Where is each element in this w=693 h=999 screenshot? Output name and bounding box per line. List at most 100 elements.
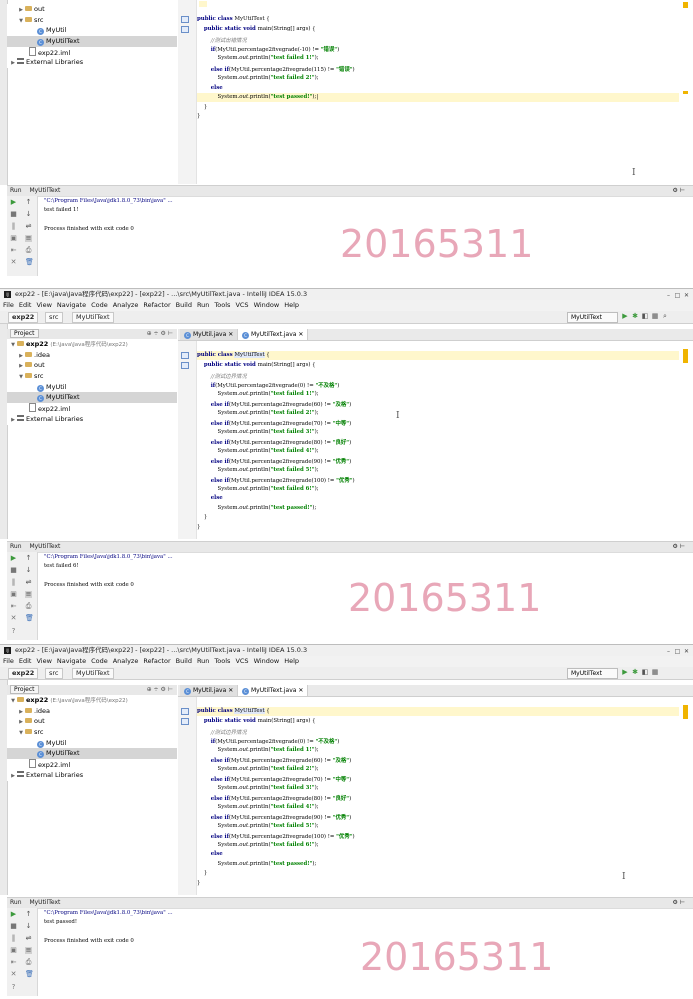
- close-icon[interactable]: ✕: [10, 259, 17, 266]
- project-view-select[interactable]: Project: [10, 685, 39, 694]
- expand-arrow-icon[interactable]: ▶: [9, 771, 17, 782]
- tree-item-myutiltext[interactable]: C MyUtilText: [7, 392, 177, 404]
- error-stripe-marker[interactable]: [683, 91, 688, 94]
- menu-vcs[interactable]: VCS: [235, 301, 248, 309]
- run-marker-icon[interactable]: [181, 352, 189, 359]
- settings-icon[interactable]: ⚙ ⊢: [672, 186, 685, 196]
- dump-icon[interactable]: ▣: [10, 591, 17, 598]
- minimize-icon[interactable]: –: [664, 291, 673, 300]
- breadcrumb-src[interactable]: src: [45, 312, 63, 323]
- tree-item-out[interactable]: ▶ out: [7, 360, 177, 371]
- wrap-icon[interactable]: ⇌: [25, 935, 32, 942]
- project-panel-tools-icon[interactable]: ⊕ ÷ ⚙ ⊢: [147, 329, 173, 339]
- dump-icon[interactable]: ▣: [10, 947, 17, 954]
- tab-myutil[interactable]: C MyUtil.java ✕: [180, 685, 239, 696]
- menu-run[interactable]: Run: [197, 301, 209, 309]
- menu-refactor[interactable]: Refactor: [143, 301, 170, 309]
- pause-icon[interactable]: ‖: [10, 223, 17, 230]
- menu-help[interactable]: Help: [284, 301, 299, 309]
- menu-run[interactable]: Run: [197, 657, 209, 665]
- run-marker-icon[interactable]: [181, 16, 189, 23]
- wrap-icon[interactable]: ⇌: [25, 223, 32, 230]
- run-marker-icon[interactable]: [181, 26, 189, 33]
- settings-icon[interactable]: ⚙ ⊢: [672, 898, 685, 908]
- tree-item-libraries[interactable]: ▶ External Libraries: [7, 770, 177, 781]
- menu-file[interactable]: File: [3, 301, 14, 309]
- menu-code[interactable]: Code: [91, 657, 108, 665]
- settings-icon[interactable]: ⚙ ⊢: [672, 542, 685, 552]
- tree-item-src[interactable]: ▼ src: [7, 15, 177, 26]
- tree-item-iml[interactable]: exp22.iml: [7, 759, 177, 770]
- error-stripe-marker[interactable]: [683, 705, 688, 719]
- pause-icon[interactable]: ‖: [10, 935, 17, 942]
- soft-wrap-icon[interactable]: ≡: [25, 947, 32, 954]
- tree-item-src[interactable]: ▼ src: [7, 727, 177, 738]
- debug-icon[interactable]: ✱: [630, 312, 640, 321]
- menu-build[interactable]: Build: [176, 657, 192, 665]
- breadcrumb-project[interactable]: exp22: [8, 312, 39, 323]
- pause-icon[interactable]: ‖: [10, 579, 17, 586]
- menu-window[interactable]: Window: [254, 657, 280, 665]
- error-stripe-marker[interactable]: [683, 2, 688, 8]
- menu-view[interactable]: View: [36, 301, 51, 309]
- trash-icon[interactable]: 🗑: [25, 259, 34, 266]
- tree-item-iml[interactable]: exp22.iml: [7, 403, 177, 414]
- run-marker-icon[interactable]: [181, 708, 189, 715]
- run-config-select[interactable]: MyUtilText: [567, 668, 618, 679]
- soft-wrap-icon[interactable]: ≡: [25, 591, 32, 598]
- menu-window[interactable]: Window: [254, 301, 280, 309]
- sdk-icon[interactable]: ▦: [650, 668, 660, 677]
- trash-icon[interactable]: 🗑: [25, 971, 34, 978]
- tree-item-idea[interactable]: ▶ .idea: [7, 706, 177, 717]
- tree-item-out[interactable]: ▶ out: [7, 4, 177, 15]
- print-icon[interactable]: ⎙: [25, 247, 32, 254]
- project-view-select[interactable]: Project: [10, 329, 39, 338]
- coverage-icon[interactable]: ◧: [640, 668, 650, 677]
- close-tab-icon[interactable]: ✕: [228, 687, 233, 694]
- code-editor[interactable]: public class MyUtilTest { public static …: [197, 0, 679, 184]
- tree-item-myutiltext[interactable]: C MyUtilText: [7, 36, 177, 47]
- exit-icon[interactable]: ⇤: [10, 603, 17, 610]
- menu-file[interactable]: File: [3, 657, 14, 665]
- menu-edit[interactable]: Edit: [19, 301, 32, 309]
- close-window-icon[interactable]: ✕: [682, 291, 691, 300]
- scroll-up-icon[interactable]: ↑: [25, 911, 32, 918]
- run-config-tab[interactable]: MyUtilText: [29, 187, 60, 194]
- menu-analyze[interactable]: Analyze: [113, 301, 139, 309]
- run-marker-icon[interactable]: [181, 362, 189, 369]
- minimize-icon[interactable]: –: [664, 647, 673, 656]
- breadcrumb-file[interactable]: MyUtilText: [72, 668, 114, 679]
- tree-item-idea[interactable]: ▶ .idea: [7, 350, 177, 361]
- menu-navigate[interactable]: Navigate: [57, 657, 86, 665]
- rerun-icon[interactable]: ▶: [10, 911, 17, 918]
- expand-arrow-icon[interactable]: ▶: [9, 58, 17, 69]
- close-window-icon[interactable]: ✕: [682, 647, 691, 656]
- code-editor[interactable]: public class MyUtilTest { public static …: [197, 697, 679, 895]
- menu-code[interactable]: Code: [91, 301, 108, 309]
- scroll-up-icon[interactable]: ↑: [25, 199, 32, 206]
- dump-icon[interactable]: ▣: [10, 235, 17, 242]
- close-icon[interactable]: ✕: [10, 971, 17, 978]
- menu-navigate[interactable]: Navigate: [57, 301, 86, 309]
- run-config-tab[interactable]: MyUtilText: [29, 543, 60, 550]
- debug-icon[interactable]: ✱: [630, 668, 640, 677]
- menu-help[interactable]: Help: [284, 657, 299, 665]
- expand-arrow-icon[interactable]: ▶: [9, 415, 17, 426]
- tree-item-root[interactable]: ▼ exp22 (E:\java\Java程序代码\exp22): [7, 695, 177, 706]
- scroll-down-icon[interactable]: ↓: [25, 567, 32, 574]
- close-icon[interactable]: ✕: [10, 615, 17, 622]
- maximize-icon[interactable]: □: [673, 647, 682, 656]
- tree-item-myutil[interactable]: C MyUtil: [7, 738, 177, 749]
- close-tab-icon[interactable]: ✕: [298, 687, 303, 694]
- scroll-down-icon[interactable]: ↓: [25, 211, 32, 218]
- tab-myutiltext[interactable]: C MyUtilText.java ✕: [238, 685, 309, 696]
- run-config-select[interactable]: MyUtilText: [567, 312, 618, 323]
- tree-item-libraries[interactable]: ▶ External Libraries: [7, 414, 177, 425]
- tree-item-root[interactable]: ▼ exp22 (E:\java\Java程序代码\exp22): [7, 339, 177, 350]
- rerun-icon[interactable]: ▶: [10, 199, 17, 206]
- breadcrumb-project[interactable]: exp22: [8, 668, 39, 679]
- print-icon[interactable]: ⎙: [25, 959, 32, 966]
- maximize-icon[interactable]: □: [673, 291, 682, 300]
- tree-item-src[interactable]: ▼ src: [7, 371, 177, 382]
- run-marker-icon[interactable]: [181, 718, 189, 725]
